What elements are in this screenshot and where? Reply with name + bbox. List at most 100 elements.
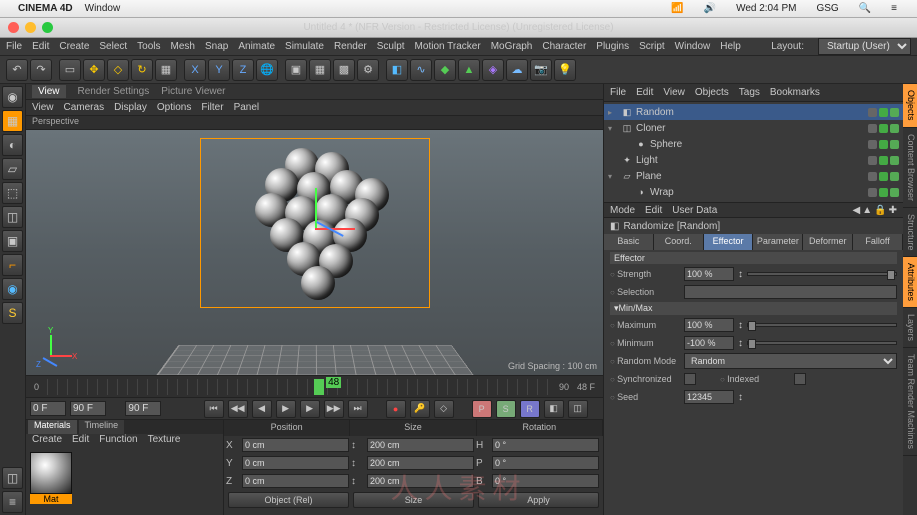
menu-snap[interactable]: Snap <box>205 41 228 52</box>
object-manager[interactable]: ▸ ◧ Random ▾ ◫ Cloner ● Sphere ✦ Light ▾… <box>604 102 903 202</box>
menu-select[interactable]: Select <box>99 41 127 52</box>
minimum-slider[interactable] <box>747 341 897 345</box>
point-mode-icon[interactable]: ⬚ <box>2 182 23 204</box>
play-button[interactable]: ▶ <box>276 400 296 418</box>
material-swatch[interactable] <box>30 452 72 494</box>
size-z-field[interactable] <box>367 474 474 488</box>
maximum-slider[interactable] <box>747 323 897 327</box>
indexed-checkbox[interactable] <box>794 373 806 385</box>
object-name[interactable]: Cloner <box>636 123 865 134</box>
layer-dot[interactable] <box>868 140 877 149</box>
playhead[interactable]: 48 <box>314 379 324 395</box>
timeline-ruler[interactable]: 0 48 90 48 F <box>26 375 603 397</box>
materials-tab[interactable]: Materials <box>28 420 77 434</box>
move-tool[interactable]: ✥ <box>83 59 105 81</box>
mac-menu-window[interactable]: Window <box>85 3 121 14</box>
attr-tab-falloff[interactable]: Falloff <box>853 234 903 250</box>
speaker-icon[interactable]: 🔊 <box>704 3 716 14</box>
param-key-button[interactable]: ◧ <box>544 400 564 418</box>
dynamics-icon[interactable]: ≡ <box>2 491 23 513</box>
layer-dot[interactable] <box>868 108 877 117</box>
tab-view[interactable]: View <box>32 85 66 98</box>
last-tool[interactable]: ▦ <box>155 59 177 81</box>
vp-menu-filter[interactable]: Filter <box>201 102 223 113</box>
in-frame-field[interactable] <box>30 401 66 416</box>
menu-window[interactable]: Window <box>675 41 711 52</box>
environment-tool[interactable]: ☁ <box>506 59 528 81</box>
strength-field[interactable] <box>684 267 734 281</box>
autokey-button[interactable]: 🔑 <box>410 400 430 418</box>
app-name[interactable]: CINEMA 4D <box>18 3 73 14</box>
scale-key-button[interactable]: S <box>496 400 516 418</box>
zoom-button[interactable] <box>42 22 53 33</box>
obj-menu-edit[interactable]: Edit <box>636 87 653 98</box>
attr-tab-basic[interactable]: Basic <box>604 234 654 250</box>
menu-mesh[interactable]: Mesh <box>171 41 195 52</box>
object-row-random[interactable]: ▸ ◧ Random <box>604 104 903 120</box>
menu-create[interactable]: Create <box>59 41 89 52</box>
object-name[interactable]: Random <box>636 107 865 118</box>
y-axis-lock[interactable]: Y <box>208 59 230 81</box>
generator-primitive[interactable]: ◆ <box>434 59 456 81</box>
next-frame-button[interactable]: ▶ <box>300 400 320 418</box>
wifi-icon[interactable]: 📶 <box>671 3 683 14</box>
attr-tab-parameter[interactable]: Parameter <box>753 234 803 250</box>
vtab-structure[interactable]: Structure <box>903 208 917 258</box>
model-mode-icon[interactable]: ▦ <box>2 110 23 132</box>
layer-dot[interactable] <box>868 156 877 165</box>
menu-character[interactable]: Character <box>542 41 586 52</box>
object-name[interactable]: Sphere <box>650 139 865 150</box>
render-region-button[interactable]: ▦ <box>309 59 331 81</box>
selection-field[interactable] <box>684 285 897 299</box>
vp-menu-display[interactable]: Display <box>114 102 147 113</box>
object-name[interactable]: Wrap <box>650 187 865 198</box>
goto-end-button[interactable]: ⏭ <box>348 400 368 418</box>
pos-y-field[interactable] <box>242 456 349 470</box>
vtab-content-browser[interactable]: Content Browser <box>903 128 917 208</box>
object-name[interactable]: Plane <box>636 171 865 182</box>
mat-menu-create[interactable]: Create <box>32 434 62 448</box>
menu-file[interactable]: File <box>6 41 22 52</box>
visibility-dot[interactable] <box>879 188 888 197</box>
attr-nav-back-icon[interactable]: ◀ <box>853 205 861 216</box>
perspective-viewport[interactable]: Y X Z Grid Spacing : 100 cm <box>26 130 603 375</box>
obj-menu-objects[interactable]: Objects <box>695 87 729 98</box>
soft-select-icon[interactable]: S <box>2 302 23 324</box>
strength-slider[interactable] <box>747 272 897 276</box>
coord-size-mode-button[interactable]: Size <box>353 492 474 508</box>
expand-icon[interactable]: ▾ <box>608 124 618 133</box>
close-button[interactable] <box>8 22 19 33</box>
deformer-tool[interactable]: ◈ <box>482 59 504 81</box>
menu-help[interactable]: Help <box>720 41 741 52</box>
clock[interactable]: Wed 2:04 PM <box>736 3 796 14</box>
tab-picture-viewer[interactable]: Picture Viewer <box>161 86 225 97</box>
out-frame-field[interactable] <box>125 401 161 416</box>
obj-menu-tags[interactable]: Tags <box>739 87 760 98</box>
pos-x-field[interactable] <box>242 438 349 452</box>
mat-menu-texture[interactable]: Texture <box>148 434 181 448</box>
keyframe-sel-button[interactable]: ◇ <box>434 400 454 418</box>
attr-menu-mode[interactable]: Mode <box>610 205 635 216</box>
enable-check[interactable] <box>890 140 899 149</box>
attr-tab-deformer[interactable]: Deformer <box>803 234 853 250</box>
axis-mode-icon[interactable]: ⌐ <box>2 254 23 276</box>
enable-check[interactable] <box>890 156 899 165</box>
object-row-plane[interactable]: ▾ ▱ Plane <box>604 168 903 184</box>
record-key-button[interactable]: ● <box>386 400 406 418</box>
menu-script[interactable]: Script <box>639 41 665 52</box>
enable-check[interactable] <box>890 124 899 133</box>
layer-dot[interactable] <box>868 172 877 181</box>
section-minmax[interactable]: ▾Min/Max <box>610 302 897 315</box>
next-key-button[interactable]: ▶▶ <box>324 400 344 418</box>
vtab-layers[interactable]: Layers <box>903 308 917 348</box>
scale-tool[interactable]: ◇ <box>107 59 129 81</box>
user-name[interactable]: GSG <box>816 3 838 14</box>
layer-dot[interactable] <box>868 124 877 133</box>
edge-mode-icon[interactable]: ◫ <box>2 206 23 228</box>
timeline-track[interactable]: 48 <box>47 379 551 395</box>
attr-new-icon[interactable]: ✚ <box>889 205 897 216</box>
make-editable-icon[interactable]: ◉ <box>2 86 23 108</box>
camera-tool[interactable]: 📷 <box>530 59 552 81</box>
expand-icon[interactable]: ▸ <box>608 108 618 117</box>
visibility-dot[interactable] <box>879 124 888 133</box>
